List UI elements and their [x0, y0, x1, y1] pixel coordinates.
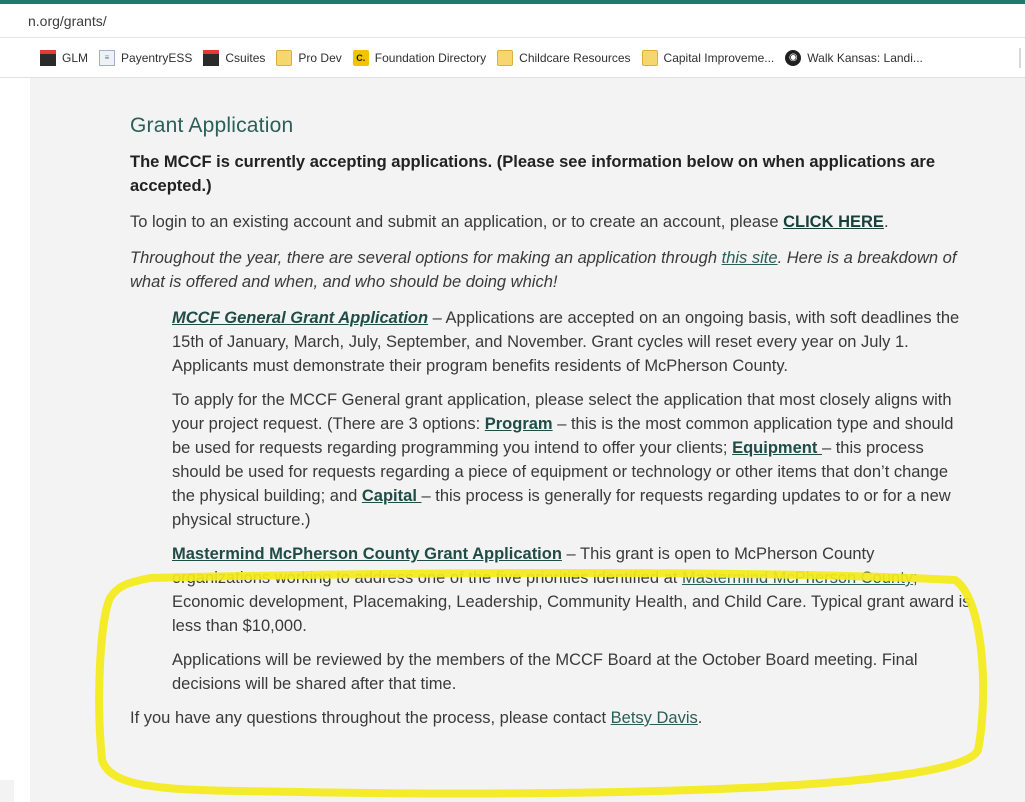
left-gutter-bottom: [0, 780, 14, 802]
address-bar[interactable]: n.org/grants/: [0, 4, 1025, 38]
contact-paragraph: If you have any questions throughout the…: [130, 709, 703, 727]
document-icon: ≡: [99, 49, 116, 66]
bookmark-label: GLM: [62, 50, 89, 65]
glm-logo-icon: [40, 49, 56, 66]
c-logo-icon: C.: [352, 49, 369, 66]
bookmark-label: PayentryESS: [121, 50, 193, 65]
bookmark-glm[interactable]: GLM: [38, 46, 97, 70]
equipment-link[interactable]: Equipment: [732, 439, 822, 457]
login-paragraph: To login to an existing account and subm…: [130, 213, 889, 231]
betsy-davis-link[interactable]: Betsy Davis: [611, 709, 698, 727]
bookmark-payentryess[interactable]: ≡ PayentryESS: [97, 46, 201, 70]
bookmark-label: Capital Improveme...: [663, 50, 775, 65]
grant-application-section: Grant Application The MCCF is currently …: [130, 114, 975, 742]
apply-options-paragraph: To apply for the MCCF General grant appl…: [172, 391, 954, 529]
globe-icon: ◉: [785, 49, 802, 66]
folder-icon: [641, 49, 658, 66]
intro-paragraph: Throughout the year, there are several o…: [130, 249, 957, 291]
glm-logo-icon: [203, 49, 220, 66]
bookmarks-overflow-divider: [1019, 48, 1021, 68]
folder-icon: [276, 49, 293, 66]
general-grant-paragraph: MCCF General Grant Application – Applica…: [172, 309, 960, 375]
page-content-area: Grant Application The MCCF is currently …: [30, 78, 1025, 802]
click-here-link[interactable]: CLICK HERE: [783, 213, 884, 231]
bookmark-capital-improvements[interactable]: Capital Improveme...: [640, 46, 784, 70]
bookmark-pro-dev[interactable]: Pro Dev: [274, 46, 350, 70]
bookmark-csuites[interactable]: Csuites: [201, 46, 274, 70]
mastermind-mcpherson-link[interactable]: Mastermind McPherson County: [682, 569, 913, 587]
accepting-notice: The MCCF is currently accepting applicat…: [130, 153, 936, 195]
url-text[interactable]: n.org/grants/: [28, 13, 107, 29]
mastermind-grant-paragraph: Mastermind McPherson County Grant Applic…: [172, 545, 971, 635]
bookmark-label: Csuites: [225, 50, 266, 65]
bookmark-label: Walk Kansas: Landi...: [807, 50, 923, 65]
bookmark-label: Foundation Directory: [374, 50, 487, 65]
bookmark-walk-kansas[interactable]: ◉ Walk Kansas: Landi...: [783, 46, 932, 70]
this-site-link[interactable]: this site: [722, 249, 778, 267]
general-grant-link[interactable]: MCCF General Grant Application: [172, 309, 428, 327]
page-title: Grant Application: [130, 114, 294, 137]
program-link[interactable]: Program: [485, 415, 553, 433]
bookmark-label: Childcare Resources: [519, 50, 631, 65]
bookmarks-bar: GLM ≡ PayentryESS Csuites Pro Dev C. Fou…: [0, 38, 1025, 78]
left-gutter: [0, 78, 30, 802]
bookmark-foundation-directory[interactable]: C. Foundation Directory: [351, 46, 495, 70]
capital-link[interactable]: Capital: [362, 487, 422, 505]
bookmark-childcare-resources[interactable]: Childcare Resources: [495, 46, 639, 70]
mastermind-grant-link[interactable]: Mastermind McPherson County Grant Applic…: [172, 545, 562, 563]
folder-icon: [497, 49, 514, 66]
bookmark-label: Pro Dev: [298, 50, 342, 65]
review-paragraph: Applications will be reviewed by the mem…: [172, 651, 918, 693]
